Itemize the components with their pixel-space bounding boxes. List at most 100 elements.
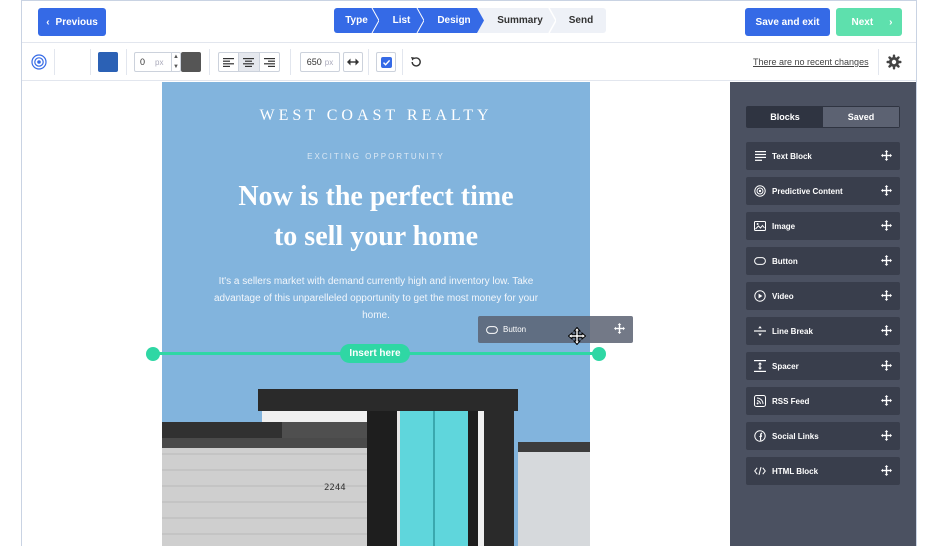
step-send[interactable]: Send [556,8,606,33]
previous-button[interactable]: ‹ Previous [38,8,106,36]
step-summary[interactable]: Summary [484,8,557,33]
step-progress: Type List Design Summary Send [334,8,606,33]
block-spacer[interactable]: Spacer [746,352,900,380]
border-color-swatch[interactable] [181,52,201,72]
block-rss-feed[interactable]: RSS Feed [746,387,900,415]
align-right-icon [263,57,275,67]
insert-here-label: Insert here [340,344,410,363]
dragged-block-label: Button [503,325,527,334]
align-right-button[interactable] [260,53,279,71]
move-icon[interactable] [881,185,892,196]
block-button[interactable]: Button [746,247,900,275]
brand-heading: WEST COAST REALTY [259,107,493,124]
toolbar-divider [368,49,369,75]
dragged-button-block[interactable]: Button [478,316,633,343]
block-label: Button [772,256,798,266]
step-design-label: Design [437,15,471,26]
blocks-sidebar: Blocks Saved Text Block Predictive Conte… [730,82,916,546]
block-image[interactable]: Image [746,212,900,240]
step-summary-label: Summary [497,15,543,26]
move-icon[interactable] [881,360,892,371]
move-icon[interactable] [881,220,892,231]
checkbox-checked-icon [380,56,392,68]
toolbar-divider [878,49,879,75]
insert-guide-end-dot [592,347,606,361]
top-bar: ‹ Previous Type List Design Summary Send [22,1,916,43]
block-label: Spacer [772,361,799,371]
rss-icon [754,395,766,407]
move-cursor-icon [568,327,586,345]
toolbar-divider [290,49,291,75]
previous-label: Previous [55,16,98,28]
block-html[interactable]: HTML Block [746,457,900,485]
next-label: Next [851,16,874,28]
recent-changes-link[interactable]: There are no recent changes [753,57,869,67]
block-label: Text Block [772,151,812,161]
border-width-value: 0 [140,57,146,67]
block-text[interactable]: Text Block [746,142,900,170]
step-design[interactable]: Design [424,8,485,33]
house-number: 2244 [324,483,346,493]
align-left-button[interactable] [219,53,240,71]
line-break-icon [754,326,766,336]
step-type-label: Type [345,15,368,26]
house-photo: 2244 [162,382,590,546]
move-icon[interactable] [881,430,892,441]
play-icon [754,290,766,302]
target-icon [754,185,766,197]
save-and-exit-button[interactable]: Save and exit [745,8,830,36]
caret-up-icon[interactable]: ▲ [173,54,179,60]
full-width-button[interactable] [343,52,363,72]
align-center-icon [243,57,255,67]
email-preview[interactable]: WEST COAST REALTY EXCITING OPPORTUNITY N… [162,82,590,546]
chevron-left-icon: ‹ [46,16,50,28]
content-width-input[interactable]: 650 px [300,52,340,72]
block-label: Predictive Content [772,186,843,196]
undo-icon [411,57,421,67]
code-icon [754,466,766,476]
background-color-swatch[interactable] [98,52,118,72]
move-icon [614,323,625,334]
block-line-break[interactable]: Line Break [746,317,900,345]
align-left-icon [223,57,235,67]
border-width-stepper[interactable]: ▲ ▼ [171,52,180,72]
toolbar-divider [402,49,403,75]
content-width-unit: px [324,57,334,67]
gear-icon[interactable] [886,54,902,70]
toolbar-divider [54,49,55,75]
move-icon[interactable] [881,290,892,301]
block-video[interactable]: Video [746,282,900,310]
tab-saved[interactable]: Saved [823,107,899,127]
text-align-group [218,52,280,72]
eyebrow-text: EXCITING OPPORTUNITY [307,152,445,161]
content-width-value: 650 [306,57,322,67]
move-icon[interactable] [881,255,892,266]
block-social-links[interactable]: Social Links [746,422,900,450]
text-lines-icon [754,151,766,161]
block-predictive-content[interactable]: Predictive Content [746,177,900,205]
headline: Now is the perfect time to sell your hom… [182,177,570,257]
block-label: HTML Block [772,466,819,476]
block-label: Line Break [772,326,813,336]
move-icon[interactable] [881,325,892,336]
horizontal-expand-icon [347,58,359,66]
align-center-button[interactable] [239,53,260,71]
format-toolbar: 0 px ▲ ▼ 650 px There are no recent chan… [22,43,916,81]
button-pill-icon [754,257,766,265]
next-button[interactable]: Next › [836,8,902,36]
button-pill-icon [486,325,498,334]
visibility-checkbox[interactable] [376,52,396,72]
sidebar-tabs: Blocks Saved [746,106,900,128]
step-list[interactable]: List [379,8,425,33]
headline-line-2: to sell your home [273,221,479,252]
tab-blocks[interactable]: Blocks [747,107,823,127]
step-type[interactable]: Type [334,8,380,33]
target-icon[interactable] [31,54,47,70]
move-icon[interactable] [881,150,892,161]
caret-down-icon[interactable]: ▼ [173,64,179,70]
move-icon[interactable] [881,395,892,406]
undo-button[interactable] [407,53,425,71]
block-label: RSS Feed [772,396,810,406]
move-icon[interactable] [881,465,892,476]
image-icon [754,221,766,231]
